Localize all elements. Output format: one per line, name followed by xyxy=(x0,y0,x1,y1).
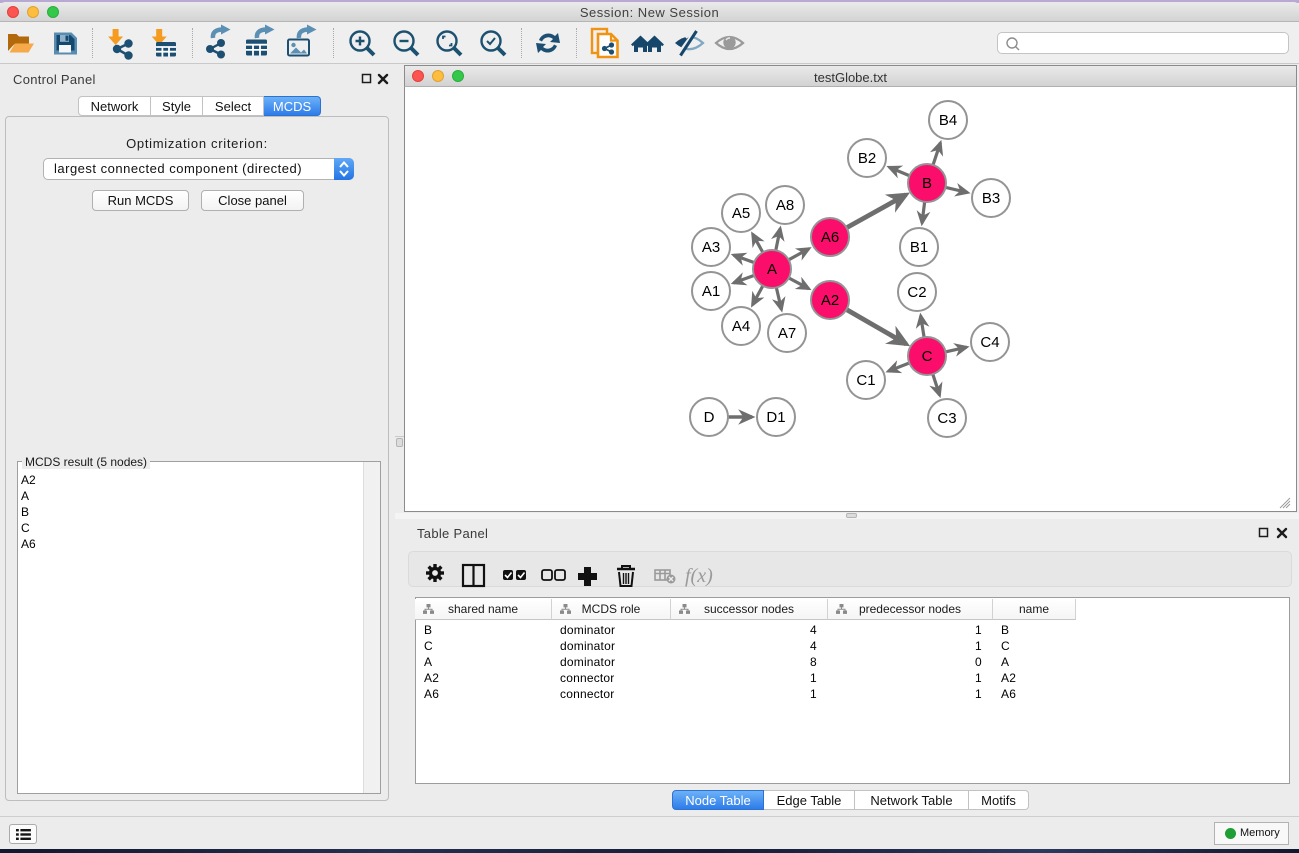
svg-text:B2: B2 xyxy=(858,150,876,167)
svg-text:A1: A1 xyxy=(702,283,720,300)
svg-text:B3: B3 xyxy=(982,190,1000,207)
svg-text:C: C xyxy=(922,348,933,365)
svg-text:D1: D1 xyxy=(766,409,785,426)
svg-text:A4: A4 xyxy=(732,318,750,335)
svg-text:A6: A6 xyxy=(821,229,839,246)
svg-text:A5: A5 xyxy=(732,205,750,222)
svg-text:C2: C2 xyxy=(907,284,926,301)
svg-text:A2: A2 xyxy=(821,292,839,309)
svg-text:A3: A3 xyxy=(702,239,720,256)
svg-text:B: B xyxy=(922,175,932,192)
svg-text:A: A xyxy=(767,261,777,278)
svg-text:C4: C4 xyxy=(980,334,999,351)
svg-text:C3: C3 xyxy=(937,410,956,427)
svg-text:D: D xyxy=(704,409,715,426)
svg-text:B4: B4 xyxy=(939,112,957,129)
svg-text:B1: B1 xyxy=(910,239,928,256)
svg-text:f(x): f(x) xyxy=(685,565,713,587)
svg-text:A8: A8 xyxy=(776,197,794,214)
svg-text:A7: A7 xyxy=(778,325,796,342)
svg-text:C1: C1 xyxy=(856,372,875,389)
